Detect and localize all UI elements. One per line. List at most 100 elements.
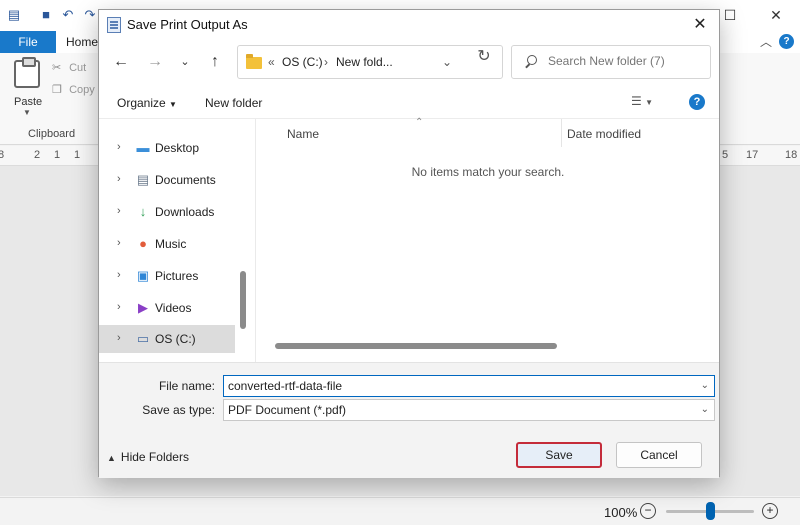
column-name[interactable]: Name bbox=[287, 127, 319, 141]
expand-chevron-icon[interactable]: › bbox=[117, 141, 121, 153]
nav-item-label: Documents bbox=[155, 173, 216, 187]
nav-item-label: Videos bbox=[155, 301, 192, 315]
file-name-field[interactable]: converted-rtf-data-file ⌄ bbox=[223, 375, 715, 397]
expand-chevron-icon[interactable]: › bbox=[117, 237, 121, 249]
ruler-mark: 17 bbox=[746, 149, 759, 161]
view-options-button[interactable]: ☰ ▼ bbox=[631, 94, 661, 112]
file-name-dropdown-icon[interactable]: ⌄ bbox=[701, 380, 709, 391]
nav-item-label: Pictures bbox=[155, 269, 199, 283]
app-icon: ▤ bbox=[7, 7, 21, 22]
clipboard-group-label: Clipboard bbox=[28, 128, 76, 140]
app-help-icon[interactable]: ? bbox=[779, 34, 794, 49]
ruler-mark: 1 bbox=[74, 149, 81, 161]
videos-icon: ▶ bbox=[138, 300, 148, 315]
pictures-icon: ▣ bbox=[136, 268, 150, 283]
column-separator[interactable] bbox=[561, 119, 562, 147]
copy-button[interactable]: ❐ Copy bbox=[52, 83, 95, 96]
nav-item-documents[interactable]: › ▤ Documents bbox=[99, 167, 235, 193]
ruler-mark: 2 bbox=[34, 149, 41, 161]
up-icon[interactable]: ↑ bbox=[203, 51, 227, 73]
address-bar[interactable]: « OS (C:) › New fold... ⌄ bbox=[237, 45, 503, 79]
expand-chevron-icon[interactable]: › bbox=[117, 205, 121, 217]
zoom-in-icon[interactable]: + bbox=[762, 503, 778, 519]
cancel-button[interactable]: Cancel bbox=[616, 442, 702, 468]
tab-home[interactable]: Home bbox=[66, 31, 98, 53]
nav-pane-scrollbar[interactable] bbox=[240, 271, 246, 329]
breadcrumb-separator-icon[interactable]: › bbox=[324, 55, 328, 69]
horizontal-scrollbar[interactable] bbox=[257, 341, 719, 351]
column-date-modified[interactable]: Date modified bbox=[567, 127, 641, 141]
view-dropdown-icon: ▼ bbox=[645, 98, 654, 107]
cut-button[interactable]: ✂ Cut bbox=[52, 61, 86, 74]
breadcrumb-overflow-icon[interactable]: « bbox=[268, 55, 275, 69]
organize-dropdown-icon: ▼ bbox=[169, 100, 177, 109]
downloads-icon: ↓ bbox=[139, 204, 147, 219]
dialog-title: Save Print Output As bbox=[127, 17, 248, 32]
breadcrumb-root[interactable]: OS (C:) bbox=[282, 55, 323, 69]
nav-item-desktop[interactable]: › ▬ Desktop bbox=[99, 135, 235, 161]
breadcrumb-current[interactable]: New fold... bbox=[336, 55, 393, 69]
empty-message: No items match your search. bbox=[411, 165, 565, 179]
column-header: ⌃ Name Date modified bbox=[257, 117, 719, 147]
drive-icon: ▭ bbox=[136, 331, 150, 346]
ruler-mark: 5 bbox=[722, 149, 729, 161]
nav-item-os-c[interactable]: › ▭ OS (C:) bbox=[99, 325, 235, 353]
close-app-icon[interactable]: ✕ bbox=[764, 4, 788, 26]
tab-file[interactable]: File bbox=[0, 31, 56, 53]
nav-item-downloads[interactable]: › ↓ Downloads bbox=[99, 199, 235, 225]
save-icon[interactable]: ■ bbox=[38, 7, 54, 23]
search-box[interactable] bbox=[511, 45, 711, 79]
file-name-value[interactable]: converted-rtf-data-file bbox=[228, 379, 342, 393]
save-as-type-value: PDF Document (*.pdf) bbox=[228, 403, 347, 417]
close-icon[interactable]: ✕ bbox=[685, 12, 715, 38]
list-view-icon: ☰ bbox=[631, 94, 642, 108]
redo-icon[interactable]: ↷ bbox=[82, 7, 98, 23]
organize-button[interactable]: Organize ▼ bbox=[117, 96, 177, 110]
expand-chevron-icon[interactable]: › bbox=[117, 332, 121, 344]
save-button[interactable]: Save bbox=[516, 442, 602, 468]
undo-icon[interactable]: ↶ bbox=[60, 7, 76, 23]
address-dropdown-icon[interactable]: ⌄ bbox=[442, 55, 452, 69]
paste-button-label[interactable]: Paste bbox=[14, 96, 42, 108]
save-as-type-select[interactable]: PDF Document (*.pdf) ⌄ bbox=[223, 399, 715, 421]
horizontal-scrollbar-thumb[interactable] bbox=[275, 343, 557, 349]
nav-item-label: OS (C:) bbox=[155, 332, 196, 346]
nav-item-music[interactable]: › ● Music bbox=[99, 231, 235, 257]
hide-folders-label: Hide Folders bbox=[120, 450, 189, 464]
file-list-pane: ⌃ Name Date modified No items match your… bbox=[257, 117, 719, 363]
nav-item-pictures[interactable]: › ▣ Pictures bbox=[99, 263, 235, 289]
search-icon bbox=[524, 55, 538, 69]
navigation-bar: ← → ⌄ ↑ « OS (C:) › New fold... ⌄ ↻ bbox=[99, 40, 719, 84]
refresh-icon[interactable]: ↻ bbox=[472, 45, 496, 69]
search-input[interactable] bbox=[548, 54, 704, 68]
dialog-body: › ▬ Desktop › ▤ Documents › ↓ Downloads … bbox=[99, 117, 719, 363]
paste-dropdown-icon[interactable]: ▼ bbox=[23, 108, 31, 117]
new-folder-button[interactable]: New folder bbox=[205, 96, 262, 110]
nav-item-label: Desktop bbox=[155, 141, 200, 155]
nav-item-videos[interactable]: › ▶ Videos bbox=[99, 295, 235, 321]
zoom-level: 100% bbox=[604, 505, 638, 520]
expand-chevron-icon[interactable]: › bbox=[117, 173, 121, 185]
cut-label: Cut bbox=[69, 62, 87, 74]
zoom-slider-thumb[interactable] bbox=[705, 502, 715, 520]
maximize-icon[interactable]: ☐ bbox=[718, 4, 742, 26]
organize-label: Organize bbox=[117, 96, 166, 110]
save-as-type-dropdown-icon[interactable]: ⌄ bbox=[701, 404, 709, 415]
ruler-mark: 18 bbox=[785, 149, 798, 161]
ruler-mark: 8 bbox=[0, 149, 5, 161]
zoom-slider[interactable] bbox=[666, 502, 754, 520]
save-as-type-label: Save as type: bbox=[142, 403, 215, 417]
expand-chevron-icon[interactable]: › bbox=[117, 269, 121, 281]
help-icon[interactable]: ? bbox=[689, 94, 705, 110]
recent-locations-icon[interactable]: ⌄ bbox=[173, 51, 197, 73]
pane-divider[interactable] bbox=[255, 119, 256, 363]
expand-chevron-icon[interactable]: › bbox=[117, 301, 121, 313]
hide-folders-toggle[interactable]: ▲ Hide Folders bbox=[107, 450, 189, 464]
back-icon[interactable]: ← bbox=[109, 51, 133, 73]
paste-icon[interactable] bbox=[14, 57, 40, 88]
ribbon-collapse-icon[interactable]: ︿ bbox=[760, 33, 772, 50]
save-form: File name: converted-rtf-data-file ⌄ Sav… bbox=[99, 362, 719, 478]
forward-icon[interactable]: → bbox=[143, 51, 167, 73]
documents-icon: ▤ bbox=[136, 172, 150, 187]
zoom-out-icon[interactable]: − bbox=[640, 503, 656, 519]
